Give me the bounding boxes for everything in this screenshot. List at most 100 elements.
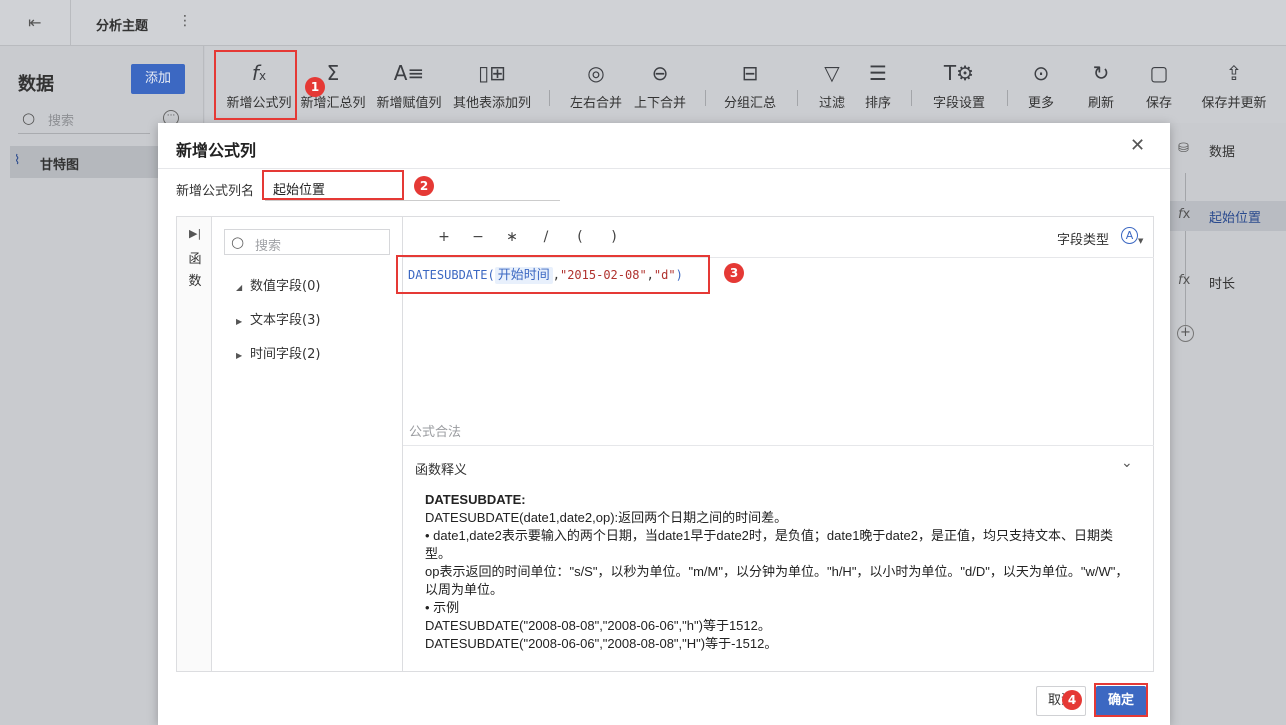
op-left-paren[interactable]: ( [563, 229, 597, 245]
refresh-icon: ↻ [1092, 61, 1110, 85]
add-button[interactable]: 添加 [131, 64, 185, 94]
merge-vertical-button[interactable]: ⊖ 上下合并 [629, 46, 691, 123]
topbar-divider [70, 0, 71, 46]
search-placeholder: 搜索 [48, 114, 75, 129]
op-divide[interactable]: / [529, 229, 563, 245]
op-right-paren[interactable]: ) [597, 229, 631, 245]
steps-connector [1185, 173, 1186, 333]
close-icon[interactable]: ✕ [1130, 135, 1145, 156]
database-icon: ⛁ [1178, 141, 1189, 156]
merge-vertical-icon: ⊖ [651, 61, 669, 85]
merge-horizontal-icon: ◎ [587, 61, 605, 85]
explain-line: • date1,date2表示要输入的两个日期，当date1早于date2时，是… [425, 528, 1113, 561]
list-item-gantt[interactable]: ⌇ 甘特图 [10, 146, 160, 178]
op-plus[interactable]: + [427, 229, 461, 245]
step-duration[interactable]: fx 时长 [1170, 267, 1286, 297]
caret-right-icon: ▶ [236, 317, 243, 326]
save-update-icon: ⇪ [1225, 61, 1243, 85]
toolbar-divider [911, 90, 912, 106]
search-icon: ○ [231, 233, 245, 251]
analysis-subject-title: 分析主题 [96, 19, 149, 34]
explain-line: • 示例 [425, 600, 460, 615]
function-tab[interactable]: ▶| 函数 [177, 217, 212, 671]
filter-icon: ▽ [824, 61, 840, 85]
top-bar: ⇤ 分析主题 ⋮ [0, 0, 1286, 46]
list-item-label: 甘特图 [40, 158, 80, 173]
fx-icon: fx [1178, 207, 1191, 222]
explain-line: DATESUBDATE(date1,date2,op):返回两个日期之间的时间差… [425, 510, 788, 525]
add-step-icon[interactable]: + [1177, 325, 1194, 342]
steps-panel: ⛁ 数据 fx 起始位置 fx 时长 + [1170, 123, 1286, 725]
group-summary-button[interactable]: ⊟ 分组汇总 [719, 46, 781, 123]
annotation-highlight [1094, 683, 1148, 717]
annotation-highlight [396, 255, 710, 294]
field-search-placeholder: 搜索 [255, 239, 282, 254]
caret-down-icon[interactable]: ▼ [1138, 237, 1143, 245]
sort-button[interactable]: ☰ 排序 [857, 46, 899, 123]
merge-horizontal-button[interactable]: ◎ 左右合并 [565, 46, 627, 123]
sort-icon: ☰ [869, 61, 887, 85]
caret-right-icon: ▶ [236, 351, 243, 360]
add-column-from-other-table-button[interactable]: ▯⊞ 其他表添加列 [449, 46, 535, 123]
annotation-badge: 3 [724, 263, 744, 283]
fx-icon: fx [1178, 273, 1191, 288]
function-explanation-title: 函数释义 [415, 463, 468, 478]
toolbar-divider [1007, 90, 1008, 106]
save-and-update-button[interactable]: ⇪ 保存并更新 [1195, 46, 1273, 123]
annotation-badge: 2 [414, 176, 434, 196]
dialog-title: 新增公式列 [176, 141, 257, 160]
caret-down-icon: ◢ [236, 283, 243, 292]
annotation-highlight [214, 50, 297, 120]
assign-icon: A≡ [393, 61, 425, 85]
back-icon[interactable]: ⇤ [28, 13, 41, 32]
field-type-icon[interactable]: A [1121, 227, 1138, 244]
toolbar-divider [705, 90, 706, 106]
more-menu-icon[interactable]: ⋮ [178, 13, 192, 29]
data-search-input[interactable]: ○ 搜索 [18, 104, 150, 134]
more-button[interactable]: ⊙ 更多 [1019, 46, 1063, 123]
save-icon: ▢ [1149, 61, 1169, 85]
data-panel-heading: 数据 [18, 74, 54, 95]
field-settings-button[interactable]: T⚙ 字段设置 [927, 46, 991, 123]
explain-line: DATESUBDATE("2008-06-06","2008-08-08","H… [425, 636, 778, 651]
divider [158, 168, 1170, 169]
group-icon: ⊟ [741, 61, 759, 85]
annotation-badge: 1 [305, 77, 325, 97]
explain-function-name: DATESUBDATE: [425, 492, 526, 507]
field-group-text[interactable]: ▶ 文本字段(3) [236, 309, 320, 328]
field-list: ○ 搜索 ◢ 数值字段(0) ▶ 文本字段(3) ▶ 时间字段(2) [212, 217, 403, 671]
op-multiply[interactable]: ∗ [495, 229, 529, 245]
operator-bar: + − ∗ /() [427, 229, 631, 245]
save-button[interactable]: ▢ 保存 [1137, 46, 1181, 123]
add-formula-column-dialog: 新增公式列 ✕ 新增公式列名 起始位置 ▶| 函数 ○ 搜索 ◢ 数值字段(0) … [158, 123, 1170, 725]
toolbar: fx 新增公式列 Σ 新增汇总列 A≡ 新增赋值列 ▯⊞ 其他表添加列 ◎ 左右… [205, 46, 1286, 123]
divider [403, 445, 1154, 446]
explain-line: op表示返回的时间单位："s/S"，以秒为单位。"m/M"，以分钟为单位。"h/… [425, 564, 1129, 597]
explain-line: DATESUBDATE("2008-08-08","2008-06-06","h… [425, 618, 771, 633]
function-tab-label: 函数 [188, 252, 202, 289]
refresh-button[interactable]: ↻ 刷新 [1079, 46, 1123, 123]
field-search-input[interactable]: ○ 搜索 [224, 229, 390, 255]
op-minus[interactable]: − [461, 229, 495, 245]
field-group-time[interactable]: ▶ 时间字段(2) [236, 343, 320, 362]
line-chart-icon: ⌇ [14, 153, 21, 168]
add-column-icon: ▯⊞ [478, 61, 506, 85]
toolbar-divider [797, 90, 798, 106]
annotation-highlight [262, 170, 404, 200]
step-data[interactable]: ⛁ 数据 [1170, 135, 1286, 165]
search-icon: ○ [22, 109, 36, 127]
step-start-position[interactable]: fx 起始位置 [1170, 201, 1286, 231]
field-group-numeric[interactable]: ◢ 数值字段(0) [236, 275, 320, 294]
field-type-label: 字段类型 [1057, 233, 1110, 248]
annotation-badge: 4 [1062, 690, 1082, 710]
add-assign-column-button[interactable]: A≡ 新增赋值列 [373, 46, 445, 123]
function-explanation-body: DATESUBDATE: DATESUBDATE(date1,date2,op)… [425, 491, 1137, 653]
expand-panel-icon: ▶| [189, 227, 202, 240]
formula-validation-status: 公式合法 [409, 425, 462, 440]
column-name-label: 新增公式列名 [176, 184, 255, 199]
filter-button[interactable]: ▽ 过滤 [811, 46, 853, 123]
chevron-down-icon[interactable]: ⌄ [1121, 455, 1133, 471]
field-settings-icon: T⚙ [943, 61, 975, 85]
toolbar-divider [549, 90, 550, 106]
more-icon: ⊙ [1032, 61, 1050, 85]
